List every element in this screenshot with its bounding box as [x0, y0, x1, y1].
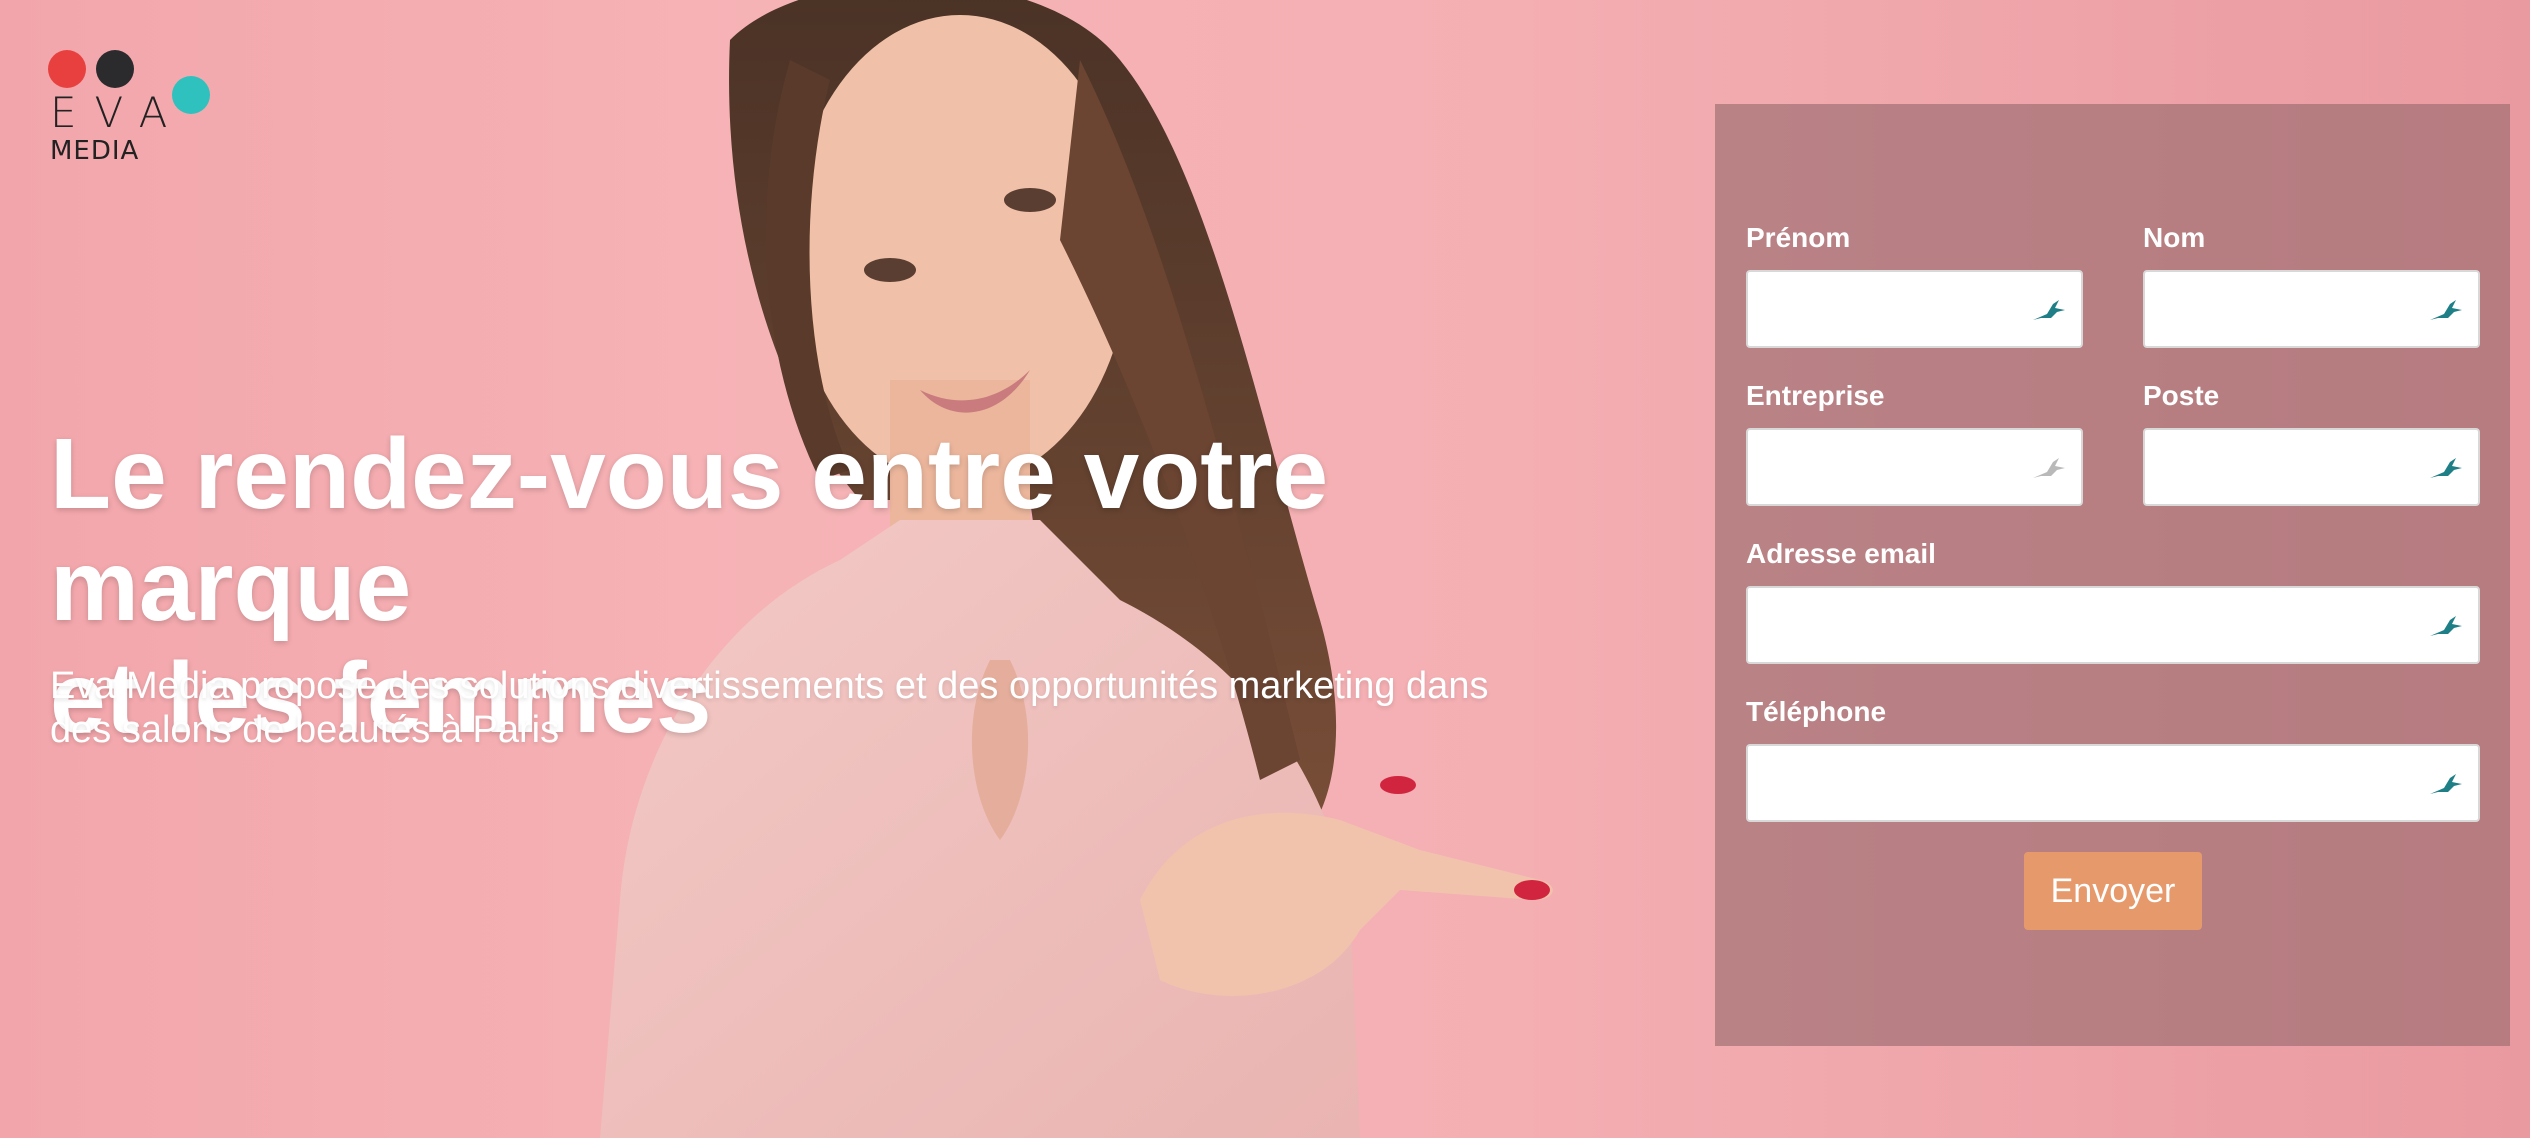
hero-subheadline: Eva Media propose des solutions divertis… — [50, 664, 1650, 752]
hero-subheadline-line-1: Eva Media propose des solutions divertis… — [50, 665, 1489, 707]
autofill-icon[interactable] — [2426, 610, 2466, 644]
company-field[interactable] — [1746, 428, 2083, 506]
logo-dot-red — [48, 50, 86, 88]
logo-dot-dark — [96, 50, 134, 88]
autofill-icon[interactable] — [2426, 768, 2466, 802]
hero-headline-line-1: Le rendez-vous entre votre marque — [50, 418, 1329, 642]
email-label: Adresse email — [1746, 538, 1936, 569]
company-label: Entreprise — [1746, 380, 1885, 411]
last-name-label: Nom — [2143, 222, 2206, 253]
autofill-icon[interactable] — [2426, 452, 2466, 486]
send-button[interactable]: Envoyer — [2024, 852, 2202, 930]
phone-field[interactable] — [1746, 744, 2480, 822]
logo-wordmark: EVA — [50, 88, 186, 137]
job-title-label: Poste — [2143, 380, 2220, 411]
last-name-field[interactable] — [2143, 270, 2480, 348]
job-title-field[interactable] — [2143, 428, 2480, 506]
email-field[interactable] — [1746, 586, 2480, 664]
phone-label: Téléphone — [1746, 696, 1887, 727]
hero-subheadline-line-2: des salons de beautés à Paris — [50, 709, 560, 751]
autofill-icon[interactable] — [2426, 294, 2466, 328]
autofill-icon-inactive[interactable] — [2029, 452, 2069, 486]
first-name-label: Prénom — [1746, 222, 1851, 253]
phone-input[interactable] — [1748, 746, 2478, 820]
autofill-icon[interactable] — [2029, 294, 2069, 328]
email-input[interactable] — [1748, 588, 2478, 662]
eva-media-logo[interactable]: EVA MEDIA — [44, 48, 224, 168]
first-name-field[interactable] — [1746, 270, 2083, 348]
logo-subtitle: MEDIA — [50, 136, 140, 166]
